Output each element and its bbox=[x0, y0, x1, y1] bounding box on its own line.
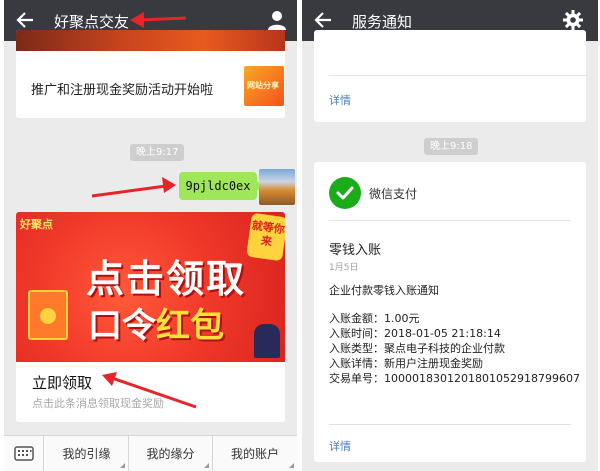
annotation-arrow bbox=[102, 372, 197, 409]
annotation-arrow bbox=[91, 177, 176, 198]
annotation-arrows bbox=[91, 12, 197, 409]
annotation-arrow bbox=[130, 12, 187, 28]
